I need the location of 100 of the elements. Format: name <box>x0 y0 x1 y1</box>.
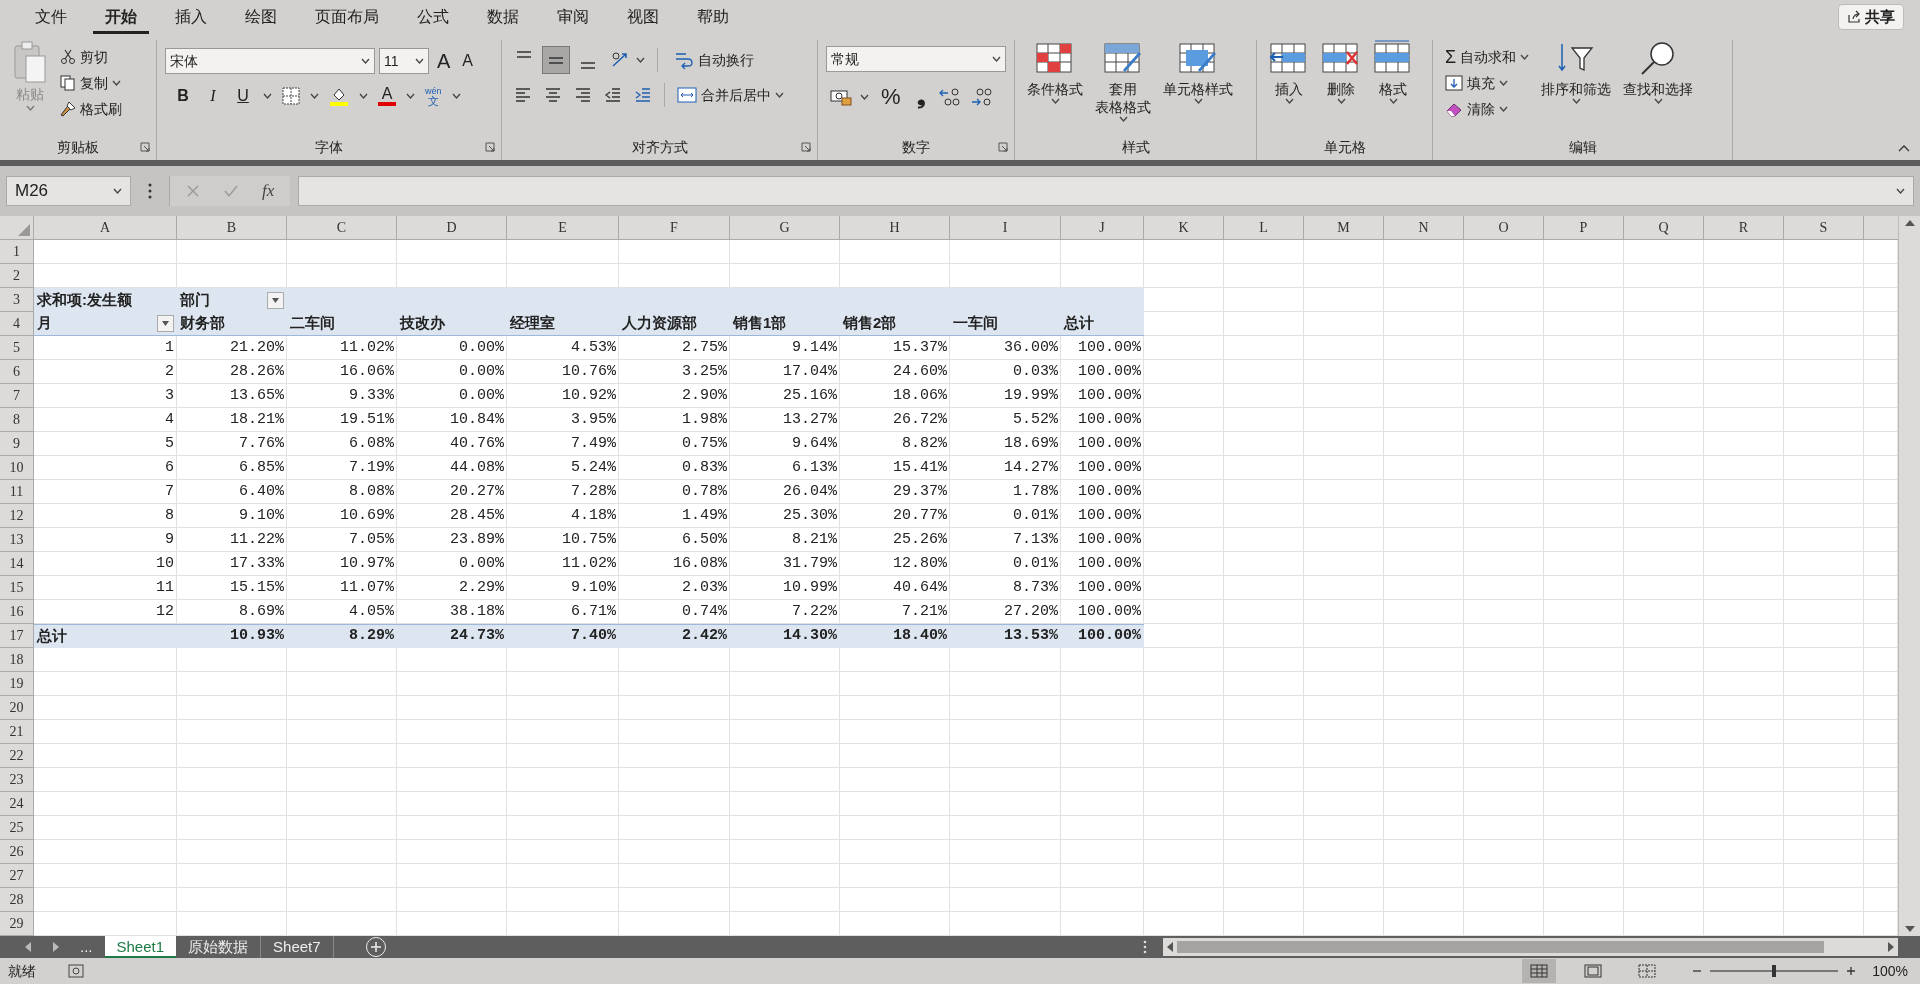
column-header[interactable]: M <box>1304 216 1384 240</box>
row-header[interactable]: 27 <box>0 864 34 888</box>
ribbon-button[interactable]: 复制 <box>56 70 126 96</box>
menu-tab[interactable]: 文件 <box>23 0 79 34</box>
filter-dropdown-button[interactable] <box>157 315 174 332</box>
row-header[interactable]: 15 <box>0 576 34 600</box>
column-header[interactable]: F <box>619 216 730 240</box>
ribbon-button[interactable]: 格式刷 <box>56 96 126 122</box>
menu-tab[interactable]: 绘图 <box>233 0 289 34</box>
ribbon-button[interactable]: 套用 表格格式 <box>1091 40 1155 134</box>
row-header[interactable]: 18 <box>0 648 34 672</box>
ribbon-button[interactable]: 删除 <box>1317 40 1365 134</box>
view-button[interactable] <box>1522 959 1557 983</box>
vertical-scrollbar[interactable] <box>1898 216 1920 936</box>
column-header[interactable]: G <box>730 216 840 240</box>
row-header[interactable]: 12 <box>0 504 34 528</box>
row-header[interactable]: 1 <box>0 240 34 264</box>
italic-button[interactable]: I <box>203 84 223 108</box>
horizontal-scrollbar[interactable] <box>1163 938 1898 956</box>
ribbon-button[interactable]: 单元格样式 <box>1159 40 1237 134</box>
row-header[interactable]: 29 <box>0 912 34 936</box>
row-header[interactable]: 10 <box>0 456 34 480</box>
row-header[interactable]: 19 <box>0 672 34 696</box>
ribbon-button[interactable]: 排序和筛选 <box>1537 40 1616 134</box>
name-box[interactable]: M26 <box>6 176 131 206</box>
underline-button[interactable]: U <box>233 84 253 108</box>
ribbon-button[interactable]: 填充 <box>1441 70 1534 96</box>
column-header[interactable]: P <box>1544 216 1624 240</box>
ribbon-button[interactable]: 查找和选择 <box>1619 40 1698 134</box>
row-header[interactable]: 4 <box>0 312 34 336</box>
row-header[interactable]: 17 <box>0 624 34 648</box>
column-header[interactable]: K <box>1144 216 1224 240</box>
row-header[interactable]: 28 <box>0 888 34 912</box>
menu-tab[interactable]: 视图 <box>615 0 671 34</box>
share-button[interactable]: 共享 <box>1838 4 1904 30</box>
row-header[interactable]: 3 <box>0 288 34 312</box>
menu-tab[interactable]: 公式 <box>405 0 461 34</box>
shrink-font-button[interactable]: A <box>458 49 477 73</box>
column-header[interactable]: L <box>1224 216 1304 240</box>
row-header[interactable]: 11 <box>0 480 34 504</box>
column-header[interactable]: R <box>1704 216 1784 240</box>
ribbon-button[interactable]: 条件格式 <box>1023 40 1087 134</box>
row-header[interactable]: 24 <box>0 792 34 816</box>
grow-font-button[interactable]: A <box>433 46 455 76</box>
row-header[interactable]: 26 <box>0 840 34 864</box>
row-header[interactable]: 25 <box>0 816 34 840</box>
percent-button[interactable]: % <box>877 80 905 113</box>
formula-input-field[interactable] <box>298 176 1914 206</box>
ribbon-button[interactable]: 自动换行 <box>670 47 758 73</box>
ribbon-button[interactable]: 插入 <box>1265 40 1313 134</box>
ribbon-button[interactable]: 清除 <box>1441 96 1534 122</box>
row-header[interactable]: 14 <box>0 552 34 576</box>
font-size-dropdown[interactable]: 11 <box>379 48 429 74</box>
menu-tab[interactable]: 插入 <box>163 0 219 34</box>
zoom-slider[interactable] <box>1710 965 1839 977</box>
row-header[interactable]: 6 <box>0 360 34 384</box>
number-format-dropdown[interactable]: 常规 <box>826 46 1006 72</box>
ribbon-button[interactable]: 剪切 <box>56 44 126 70</box>
column-header[interactable]: Q <box>1624 216 1704 240</box>
menu-tab[interactable]: 帮助 <box>685 0 741 34</box>
bold-button[interactable]: B <box>173 84 193 108</box>
column-header[interactable]: S <box>1784 216 1864 240</box>
comma-style-button[interactable]: ❟ <box>912 80 930 113</box>
menu-tab[interactable]: 数据 <box>475 0 531 34</box>
insert-function-button[interactable]: fx <box>262 178 275 204</box>
row-header[interactable]: 20 <box>0 696 34 720</box>
vertical-align-button[interactable] <box>542 46 570 74</box>
row-header[interactable]: 23 <box>0 768 34 792</box>
zoom-level[interactable]: 100% <box>1872 960 1908 982</box>
menu-tab[interactable]: 审阅 <box>545 0 601 34</box>
row-header[interactable]: 22 <box>0 744 34 768</box>
row-header[interactable]: 2 <box>0 264 34 288</box>
row-header[interactable]: 13 <box>0 528 34 552</box>
zoom-slider-thumb[interactable] <box>1772 965 1777 977</box>
column-header[interactable]: A <box>34 216 177 240</box>
column-header[interactable]: B <box>177 216 287 240</box>
font-name-dropdown[interactable]: 宋体 <box>165 48 375 74</box>
row-header[interactable]: 16 <box>0 600 34 624</box>
autosum-button[interactable]: Σ 自动求和 <box>1441 44 1534 70</box>
sheet-nav-more[interactable]: ... <box>80 935 93 959</box>
ribbon-button[interactable]: 格式 <box>1369 40 1417 134</box>
font-color-button[interactable]: A <box>378 86 396 106</box>
column-header[interactable]: C <box>287 216 397 240</box>
column-header[interactable]: E <box>507 216 619 240</box>
row-header[interactable]: 9 <box>0 432 34 456</box>
column-header[interactable]: H <box>840 216 950 240</box>
column-header[interactable]: O <box>1464 216 1544 240</box>
row-header[interactable]: 21 <box>0 720 34 744</box>
filter-dropdown-button[interactable] <box>267 291 284 309</box>
phonetic-button[interactable]: wén 文 <box>425 86 442 106</box>
ribbon-button[interactable]: 合并后居中 <box>673 82 788 108</box>
sheet-tab[interactable]: Sheet1 <box>104 936 177 958</box>
row-header[interactable]: 8 <box>0 408 34 432</box>
column-header[interactable]: J <box>1061 216 1144 240</box>
column-header[interactable]: N <box>1384 216 1464 240</box>
row-header[interactable]: 7 <box>0 384 34 408</box>
menu-tab[interactable]: 页面布局 <box>303 0 391 34</box>
row-header[interactable]: 5 <box>0 336 34 360</box>
column-header[interactable]: D <box>397 216 507 240</box>
column-header[interactable]: I <box>950 216 1061 240</box>
